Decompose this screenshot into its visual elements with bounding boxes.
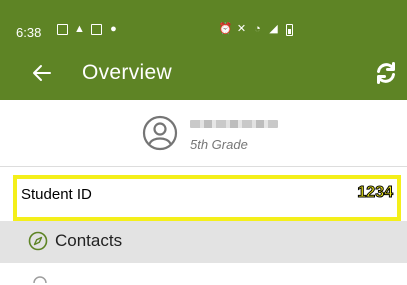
arrow-left-icon[interactable] (30, 61, 54, 85)
partial-icon (33, 276, 47, 284)
student-id-row: Student ID 1234 (13, 175, 401, 221)
status-time: 6:38 (16, 25, 42, 40)
signal-icon: ◢ (269, 23, 278, 35)
divider (0, 166, 407, 167)
battery-icon (284, 23, 295, 36)
mute-icon: ✕ (236, 23, 247, 35)
status-right-icons: ⏰ ✕ ◔ ◢ (218, 23, 295, 36)
drive-icon: ▲ (74, 23, 85, 35)
page-title: Overview (82, 61, 172, 84)
compass-icon (28, 231, 48, 251)
status-left-icons: ▲ ● (57, 24, 119, 35)
student-id-label: Student ID (21, 186, 92, 203)
student-name-redacted (190, 120, 278, 128)
status-bar: 6:38 ▲ ● ⏰ ✕ ◔ ◢ (0, 0, 407, 48)
location-pin-icon: ● (110, 23, 117, 35)
student-id-content: Student ID 1234 (21, 183, 393, 209)
grid-app-icon (57, 24, 68, 35)
student-id-value: 1234 (357, 184, 394, 202)
refresh-icon[interactable] (374, 61, 398, 85)
app-bar: Overview (0, 48, 407, 100)
student-profile-header: 5th Grade (0, 100, 407, 166)
section-contacts[interactable]: Contacts (0, 221, 407, 263)
grade-label: 5th Grade (190, 137, 248, 152)
list-item (0, 263, 407, 284)
avatar-icon (142, 115, 178, 151)
wifi-icon: ◔ (254, 23, 261, 35)
alarm-icon: ⏰ (218, 23, 233, 35)
image-icon (91, 24, 102, 35)
section-contacts-label: Contacts (55, 231, 123, 250)
